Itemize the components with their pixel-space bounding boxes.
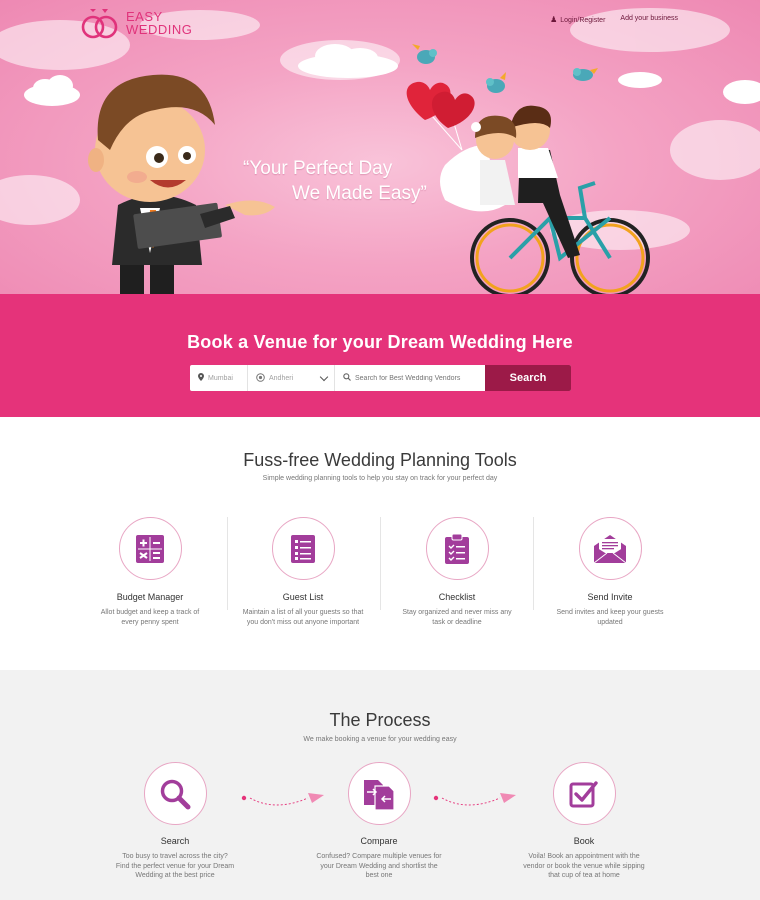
checkbox-icon	[569, 780, 598, 807]
tool-title: Checklist	[438, 592, 476, 602]
tool-description-line-1: Send invites and keep your guests	[556, 609, 664, 616]
divider	[380, 517, 381, 610]
tool-description: Maintain a list of all your guests so th…	[233, 608, 373, 627]
step-description-line-2: your Dream Wedding and shortlist the	[320, 862, 438, 870]
tools-heading: Fuss-free Wedding Planning Tools	[243, 450, 517, 470]
vendor-search-input[interactable]	[355, 374, 485, 382]
step-description: Too busy to travel across the city? Find …	[100, 852, 250, 881]
step-description-line-3: that cup of tea at home	[548, 872, 620, 879]
tool-description-line-1: Allot budget and keep a track of	[100, 609, 200, 616]
step-title: Book	[573, 836, 595, 846]
tool-checklist[interactable]: Checklist Stay organized and never miss …	[387, 517, 527, 627]
divider	[533, 517, 534, 610]
city-field[interactable]: Mumbai	[190, 365, 248, 391]
tool-description-line-2: you don't miss out anyone important	[246, 618, 360, 626]
location-pin-icon	[198, 373, 204, 383]
tool-description-line-1: Stay organized and never miss any	[402, 609, 512, 616]
search-bar: Mumbai Andheri Search	[190, 365, 571, 391]
process-step-book: Book Voila! Book an appointment with the…	[509, 762, 659, 881]
step-icon-circle	[347, 762, 411, 825]
rings-logo-icon	[81, 9, 118, 39]
step-description: Voila! Book an appointment with the vendo…	[509, 852, 659, 881]
guest-list-icon	[291, 534, 315, 563]
search-icon	[343, 373, 351, 383]
envelope-icon	[593, 534, 627, 563]
tool-description-line-1: Maintain a list of all your guests so th…	[242, 609, 364, 616]
tool-description-line-2: updated	[597, 618, 623, 626]
vendor-search-field[interactable]	[335, 365, 485, 391]
step-description-line-1: Confused? Compare multiple venues for	[316, 853, 442, 860]
tool-description: Allot budget and keep a track of every pe…	[80, 608, 220, 627]
tool-title: Budget Manager	[116, 592, 184, 602]
login-register-label: Login/Register	[560, 17, 606, 24]
compare-documents-icon	[364, 779, 395, 811]
tools-subheading: Simple wedding planning tools to help yo…	[262, 475, 498, 482]
process-step-search: Search Too busy to travel across the cit…	[100, 762, 250, 881]
dotted-arrow-icon	[433, 793, 516, 806]
tool-icon-circle	[271, 517, 335, 580]
step-description-line-1: Voila! Book an appointment with the	[528, 853, 640, 860]
chevron-down-icon	[319, 372, 329, 382]
area-select[interactable]: Andheri	[248, 365, 335, 391]
process-subheading: We make booking a venue for your wedding…	[303, 736, 457, 743]
search-heading: Book a Venue for your Dream Wedding Here	[187, 332, 573, 352]
logo-line-2: WEDDING	[126, 22, 193, 37]
add-business-link[interactable]: Add your business	[620, 15, 678, 24]
tool-guest-list[interactable]: Guest List Maintain a list of all your g…	[233, 517, 373, 627]
logo-wordmark: EASY WEDDING	[126, 10, 192, 36]
hero-banner: EASY WEDDING ♟ Login/Register Add your bu…	[0, 0, 760, 295]
tool-description-line-2: every penny spent	[121, 618, 179, 626]
step-title: Search	[160, 836, 190, 846]
tool-description-line-2: task or deadline	[432, 618, 482, 626]
process-heading: The Process	[329, 710, 431, 730]
step-description: Confused? Compare multiple venues for you…	[304, 852, 454, 881]
locate-target-icon	[256, 372, 265, 384]
hero-quote-line-1: “Your Perfect Day	[243, 158, 393, 179]
area-value: Andheri	[269, 374, 294, 382]
step-description-line-3: Wedding at the best price	[135, 872, 215, 879]
step-description-line-1: Too busy to travel across the city?	[122, 853, 228, 860]
tool-title: Send Invite	[587, 592, 633, 602]
logo[interactable]: EASY WEDDING	[80, 5, 192, 41]
divider	[227, 517, 228, 610]
step-icon-circle	[143, 762, 207, 825]
tool-title: Guest List	[282, 592, 324, 602]
tool-budget-manager[interactable]: Budget Manager Allot budget and keep a t…	[80, 517, 220, 627]
process-step-compare: Compare Confused? Compare multiple venue…	[304, 762, 454, 881]
top-navigation: ♟ Login/Register Add your business	[550, 15, 678, 24]
search-band	[0, 294, 760, 417]
tool-icon-circle	[118, 517, 182, 580]
step-icon-circle	[552, 762, 616, 825]
hero-quote: “Your Perfect Day We Made Easy”	[243, 156, 427, 206]
step-description-line-3: best one	[365, 872, 393, 879]
tool-description: Stay organized and never miss any task or…	[387, 608, 527, 627]
login-register-link[interactable]: ♟ Login/Register	[550, 15, 605, 24]
search-button[interactable]: Search	[485, 365, 571, 391]
calculator-icon	[136, 534, 164, 563]
tool-icon-circle	[578, 517, 642, 580]
hero-illustration	[0, 8, 760, 295]
city-value: Mumbai	[208, 374, 233, 382]
tool-send-invite[interactable]: Send Invite Send invites and keep your g…	[540, 517, 680, 627]
tool-description: Send invites and keep your guests updated	[540, 608, 680, 627]
tool-icon-circle	[425, 517, 489, 580]
step-title: Compare	[360, 836, 398, 846]
couple-on-bicycle-illustration	[406, 81, 650, 295]
clipboard-checklist-icon	[445, 533, 469, 564]
magnifier-icon	[160, 779, 191, 809]
step-description-line-2: Find the perfect venue for your Dream	[115, 862, 235, 870]
hero-quote-line-2: We Made Easy”	[292, 183, 427, 204]
step-description-line-2: vendor or book the venue while sipping	[523, 862, 645, 870]
user-icon: ♟	[550, 15, 558, 24]
